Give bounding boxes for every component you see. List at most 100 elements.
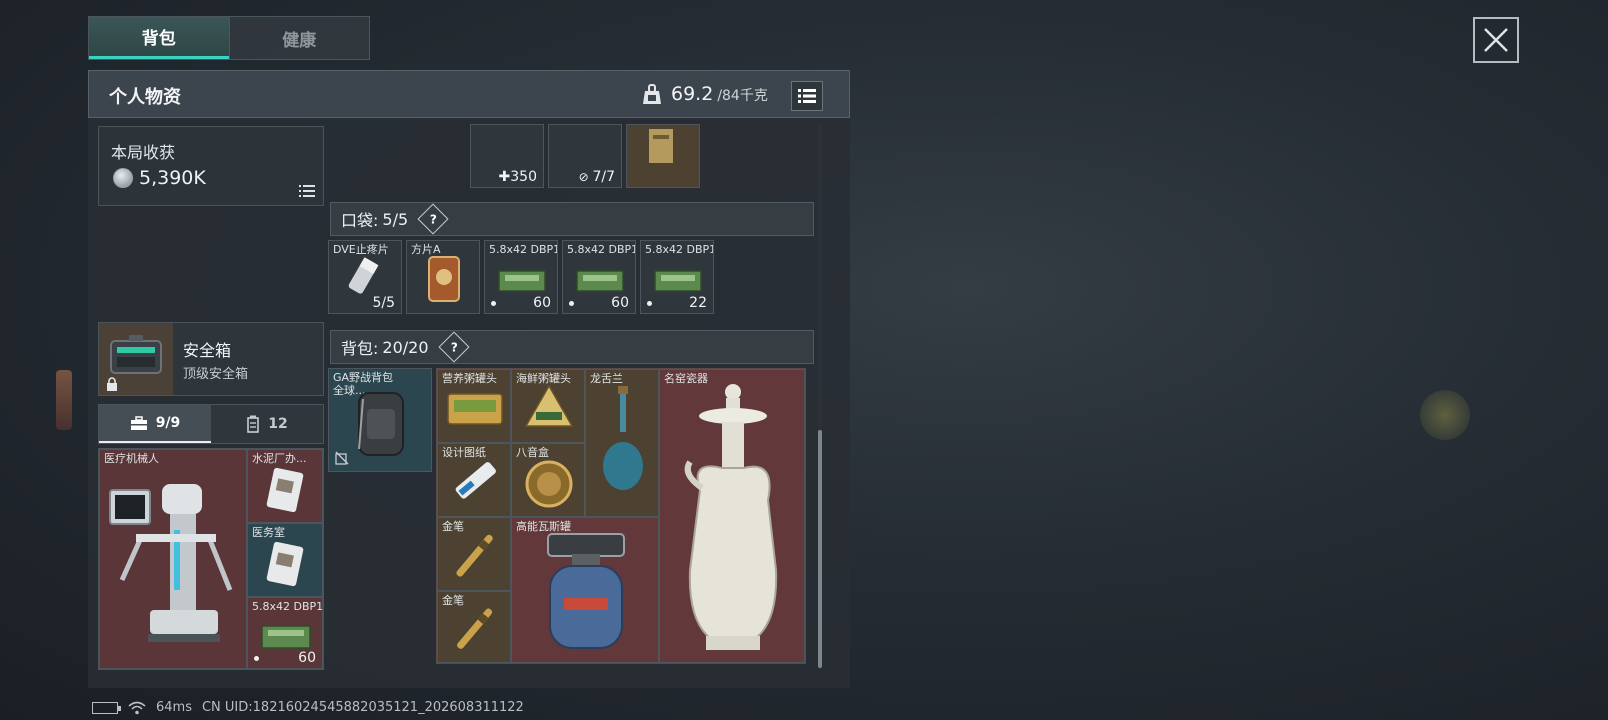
close-icon [1484, 28, 1508, 52]
pocket-item[interactable]: 5.8x42 DBP10 60 [484, 240, 558, 314]
backpack-item[interactable]: 龙舌兰 [585, 369, 659, 517]
pocket-item[interactable]: 方片A [406, 240, 480, 314]
status-bar: 64ms CN UID:18216024545882035121_2026083… [92, 700, 524, 715]
inventory-content: ✚350 ⊘ 7/7 口袋: 5/5 ? DVE止疼片 5/5 方片A 5.8x… [326, 124, 820, 684]
safe-box-image [99, 323, 173, 395]
weight-readout: 69.2 /84千克 [641, 83, 768, 105]
ammo-dot-icon [491, 301, 496, 306]
item-count: ⊘ 7/7 [579, 169, 615, 185]
container-grid: 医疗机械人 水泥厂办... 医务室 5.8x42 DBP10 60 [98, 448, 324, 670]
safe-box-slot[interactable]: 安全箱 顶级安全箱 [98, 322, 324, 396]
pocket-help-button[interactable]: ? [417, 203, 449, 235]
top-tabs: 背包 健康 [88, 16, 370, 60]
safe-box-subtitle: 顶级安全箱 [183, 367, 249, 382]
lock-icon [107, 377, 117, 391]
keycard-icon [266, 541, 304, 587]
scroll-thumb[interactable] [818, 430, 822, 668]
gas-canister-icon [547, 533, 625, 649]
tab-backpack[interactable]: 背包 [89, 17, 229, 59]
item-value: 350 [510, 169, 537, 185]
pocket-label: 口袋: [341, 211, 379, 230]
content-scrollbar[interactable] [818, 124, 822, 668]
backpack-item[interactable]: 营养粥罐头 [437, 369, 511, 443]
item-value: 7/7 [592, 169, 615, 185]
backpack-header: 背包: 20/20 ? [330, 330, 814, 364]
item-medical-robot[interactable]: 医疗机械人 [99, 449, 247, 669]
backpack-item[interactable]: 八音盒 [511, 443, 585, 517]
harvest-label: 本局收获 [111, 143, 176, 162]
ammo-dot-icon [569, 301, 574, 306]
container-tabs: 9/9 12 [98, 404, 324, 444]
toolbox-count: 9/9 [155, 415, 181, 431]
pocket-item[interactable]: 5.8x42 DBP10 22 [640, 240, 714, 314]
inventory-panel: 个人物资 69.2 /84千克 本局收获 5,390K 安全箱 顶级安全箱 9/… [88, 70, 850, 688]
list-icon [299, 185, 315, 197]
backpack-item[interactable]: 设计图纸 [437, 443, 511, 517]
item-count: 5/5 [372, 295, 395, 311]
tab-health[interactable]: 健康 [228, 17, 370, 59]
item-medkit[interactable]: ✚350 [470, 124, 544, 188]
pocket-header: 口袋: 5/5 ? [330, 202, 814, 236]
pocket-item[interactable]: DVE止疼片 5/5 [328, 240, 402, 314]
ammo-dot-icon [254, 656, 259, 661]
item-map[interactable] [626, 124, 700, 188]
music-box-icon [525, 460, 573, 508]
item-ammo-box[interactable]: 5.8x42 DBP10 60 [247, 597, 323, 669]
backpack-item[interactable]: 金笔 [437, 517, 511, 591]
round-harvest-card[interactable]: 本局收获 5,390K [98, 126, 324, 206]
item-count: 60 [611, 295, 629, 311]
pocket-count: 5/5 [382, 209, 409, 229]
question-icon: ? [429, 212, 437, 226]
background-lamp [56, 370, 72, 430]
pocket-item[interactable]: 5.8x42 DBP10 60 [562, 240, 636, 314]
wifi-icon [128, 701, 146, 714]
harvest-value: 5,390K [139, 167, 206, 189]
canister-count: 12 [268, 416, 288, 432]
item-count: ✚350 [499, 169, 537, 185]
weight-current: 69.2 [671, 83, 714, 105]
backpack-item[interactable]: 海鲜粥罐头 [511, 369, 585, 443]
canister-icon [247, 415, 260, 433]
item-infirmary-key[interactable]: 医务室 [247, 523, 323, 597]
backpack-help-button[interactable]: ? [437, 331, 470, 363]
backpack-item[interactable]: 金笔 [437, 591, 511, 663]
background-light [1420, 390, 1470, 440]
gold-pen-icon [456, 534, 493, 577]
equipped-backpack[interactable]: GA野战背包 全球... [328, 368, 432, 472]
item-count: 22 [689, 295, 707, 311]
durability-icon [335, 451, 349, 465]
keycard-icon [266, 467, 304, 513]
backpack-label: 背包: [341, 339, 379, 358]
tequila-bottle-icon [603, 386, 643, 490]
backpack-count: 20/20 [382, 337, 429, 357]
harvest-value-row: 5,390K [113, 167, 206, 189]
backpack-item[interactable]: 名窑瓷器 [659, 369, 805, 663]
backpack-grid: 营养粥罐头 海鲜粥罐头 龙舌兰 名窑瓷器 设计图纸 八音盒 金笔 高能瓦斯罐 金… [436, 368, 806, 664]
list-icon [798, 89, 816, 103]
backpack-item[interactable]: 高能瓦斯罐 [511, 517, 659, 663]
tab-toolbox[interactable]: 9/9 [99, 405, 211, 443]
scroll-map-icon [649, 129, 673, 163]
panel-header: 个人物资 69.2 /84千克 [88, 70, 850, 118]
close-button[interactable] [1473, 17, 1519, 63]
item-count: 60 [533, 295, 551, 311]
tab-canister[interactable]: 12 [211, 405, 323, 443]
ammo-dot-icon [647, 301, 652, 306]
page-title: 个人物资 [109, 87, 181, 108]
item-armor[interactable]: ⊘ 7/7 [548, 124, 622, 188]
card-icon [428, 256, 460, 302]
canned-food-icon [447, 393, 503, 425]
item-cement-plant-key[interactable]: 水泥厂办... [247, 449, 323, 523]
gold-pen-icon [457, 608, 493, 649]
durability-icon: ⊘ [578, 170, 593, 184]
uid-text: CN UID:18216024545882035121_202608311122 [201, 700, 524, 715]
toolbox-icon [130, 415, 147, 430]
weight-icon [643, 84, 661, 104]
blueprint-icon [455, 462, 496, 499]
safe-box-name: 安全箱 [183, 341, 232, 360]
item-count: 60 [298, 650, 316, 666]
medical-robot-icon [109, 484, 233, 642]
sort-list-button[interactable] [791, 81, 823, 111]
question-icon: ? [450, 340, 457, 354]
weight-max: /84千克 [717, 88, 768, 104]
